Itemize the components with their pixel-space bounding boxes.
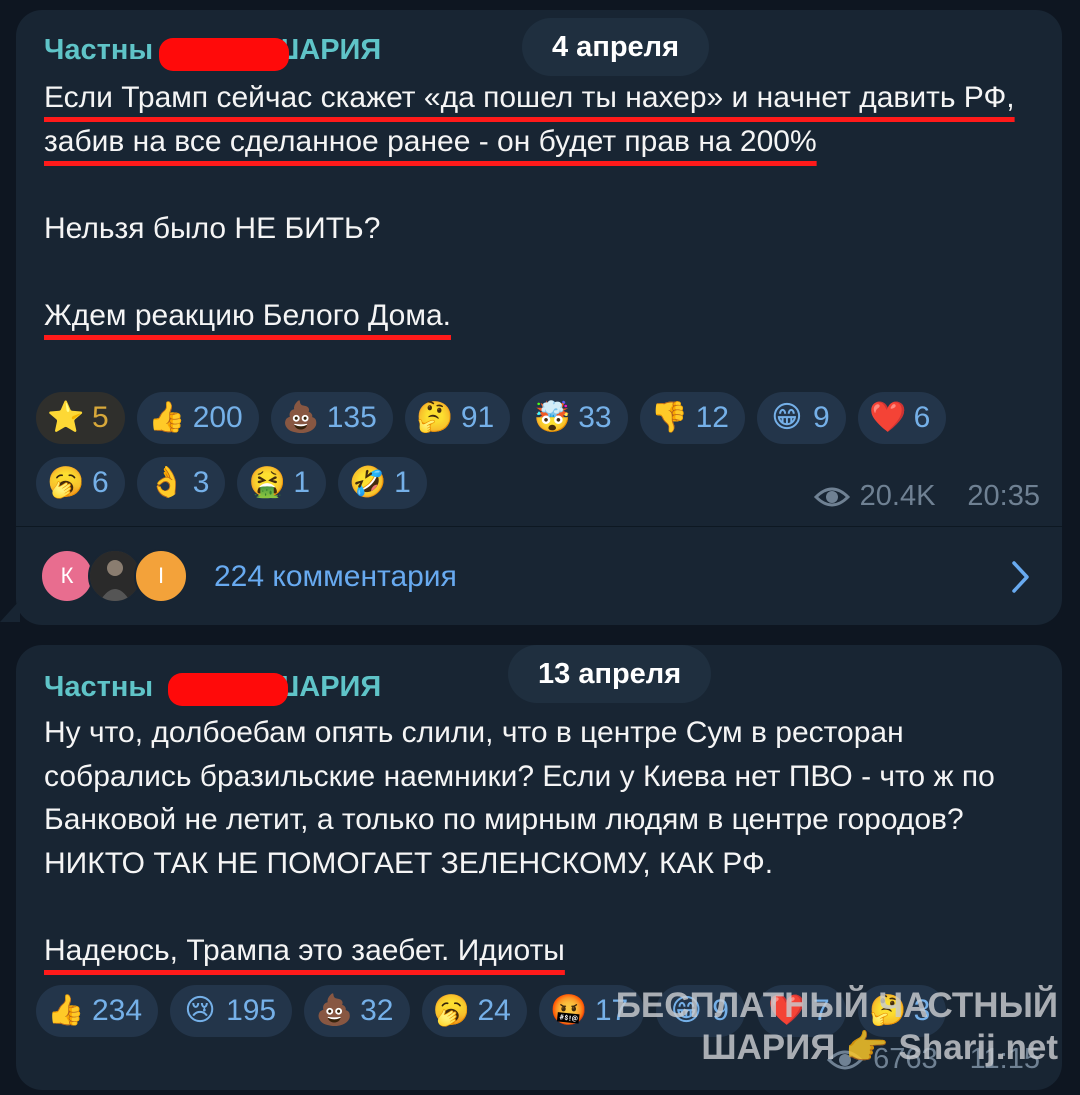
reaction-count: 91 (460, 401, 495, 434)
reaction-count: 195 (226, 994, 277, 1027)
author-name-prefix: Частны (44, 671, 154, 703)
thumbs-down-icon: 👎 (650, 401, 689, 434)
rofl-face-icon: 🤣 (349, 466, 387, 499)
watermark-line: БЕСПЛАТНЫЙ ЧАСТНЫЙ (615, 986, 1058, 1025)
date-chip: 4 апреля (522, 18, 710, 76)
avatar: I (134, 549, 188, 603)
star-icon: ⭐ (47, 401, 85, 434)
channel-post-1[interactable]: Частны ШАРИЯ 4 апреля Если Трамп сейчас с… (16, 10, 1062, 625)
reaction-vomiting-face[interactable]: 🤮 1 (237, 457, 327, 509)
reaction-red-heart[interactable]: ❤️ 6 (857, 392, 947, 444)
reaction-star[interactable]: ⭐ 5 (36, 392, 125, 444)
message-text: Ну что, долбоебам опять слили, что в цен… (44, 711, 1034, 972)
redaction-mark (168, 673, 288, 706)
message-paragraph: Если Трамп сейчас скажет «да пошел ты на… (44, 76, 1034, 163)
ok-hand-icon: 👌 (148, 466, 186, 499)
message-paragraph: Надеюсь, Трампа это заебет. Идиоты (44, 929, 1034, 973)
reaction-count: 24 (477, 994, 511, 1027)
reaction-rofl-face[interactable]: 🤣 1 (338, 457, 427, 509)
reaction-exploding-head[interactable]: 🤯 33 (522, 392, 628, 444)
comments-count: 224 комментария (214, 560, 457, 593)
eye-icon (813, 487, 850, 506)
reaction-count: 6 (913, 401, 931, 434)
date-chip: 13 апреля (508, 645, 712, 703)
redaction-mark (159, 38, 289, 71)
reaction-count: 33 (578, 401, 612, 434)
poop-icon: 💩 (282, 401, 320, 434)
reaction-grinning-face[interactable]: 😁 9 (756, 392, 846, 444)
cursing-face-icon: 🤬 (550, 994, 588, 1027)
reaction-thinking-face[interactable]: 🤔 91 (404, 392, 511, 444)
reaction-count: 135 (326, 401, 377, 434)
watermark-text: Sharij.net (898, 1028, 1058, 1067)
exploding-head-icon: 🤯 (533, 401, 571, 434)
post-time: 20:35 (967, 480, 1040, 512)
chevron-right-icon (1012, 561, 1029, 593)
reaction-count: 5 (92, 401, 109, 434)
reaction-count: 3 (192, 466, 210, 499)
watermark-line: ШАРИЯ 👉 Sharij.net (616, 1027, 1058, 1069)
message-text: Если Трамп сейчас скажет «да пошел ты на… (44, 76, 1034, 337)
reaction-count: 32 (360, 994, 394, 1027)
reaction-crying-face[interactable]: 😢 195 (170, 985, 293, 1037)
reaction-poop[interactable]: 💩 32 (304, 985, 410, 1037)
underlined-text: Если Трамп сейчас скажет «да пошел ты на… (44, 81, 1015, 158)
reaction-count: 12 (695, 401, 729, 434)
reaction-count: 1 (394, 466, 411, 499)
reaction-thumbs-up[interactable]: 👍 234 (36, 985, 159, 1037)
person-photo-icon (90, 551, 140, 601)
reaction-yawning-face[interactable]: 🥱 6 (36, 457, 125, 509)
yawning-face-icon: 🥱 (432, 994, 471, 1027)
pointing-hand-icon: 👉 (845, 1028, 889, 1067)
thumbs-up-icon: 👍 (47, 994, 85, 1027)
red-heart-icon: ❤️ (868, 401, 907, 434)
crying-face-icon: 😢 (184, 994, 216, 1027)
reaction-thumbs-up[interactable]: 👍 200 (136, 392, 259, 444)
message-paragraph: Нельзя было НЕ БИТЬ? (44, 211, 381, 245)
reaction-count: 234 (92, 994, 143, 1027)
message-paragraph: Ждем реакцию Белого Дома. (44, 294, 1034, 338)
reaction-count: 9 (812, 401, 830, 434)
thinking-face-icon: 🤔 (416, 401, 454, 434)
watermark-text: ШАРИЯ (701, 1028, 836, 1067)
thumbs-up-icon: 👍 (148, 401, 186, 434)
author-name-prefix: Частны (44, 34, 154, 66)
reaction-poop[interactable]: 💩 135 (270, 392, 393, 444)
vomiting-face-icon: 🤮 (248, 466, 287, 499)
post-meta: 20.4K 20:35 (813, 480, 1040, 513)
underlined-text: Ждем реакцию Белого Дома. (44, 298, 451, 332)
reaction-ok-hand[interactable]: 👌 3 (136, 457, 226, 509)
watermark: БЕСПЛАТНЫЙ ЧАСТНЫЙ ШАРИЯ 👉 Sharij.net (616, 985, 1058, 1069)
divider (16, 526, 1062, 527)
reaction-count: 1 (293, 466, 311, 499)
reaction-yawning-face[interactable]: 🥱 24 (421, 985, 527, 1037)
underlined-text: Надеюсь, Трампа это заебет. Идиоты (44, 933, 565, 967)
poop-icon: 💩 (315, 994, 353, 1027)
reaction-thumbs-down[interactable]: 👎 12 (639, 392, 745, 444)
message-paragraph: Ну что, долбоебам опять слили, что в цен… (44, 716, 995, 880)
reaction-count: 200 (192, 401, 243, 434)
view-count: 20.4K (859, 480, 936, 512)
commenter-avatars: К I (40, 549, 190, 605)
reaction-count: 6 (92, 466, 109, 499)
yawning-face-icon: 🥱 (47, 466, 85, 499)
comments-link[interactable]: К I 224 комментария (40, 545, 1038, 609)
grinning-face-icon: 😁 (771, 401, 803, 434)
avatar: К (40, 549, 94, 603)
